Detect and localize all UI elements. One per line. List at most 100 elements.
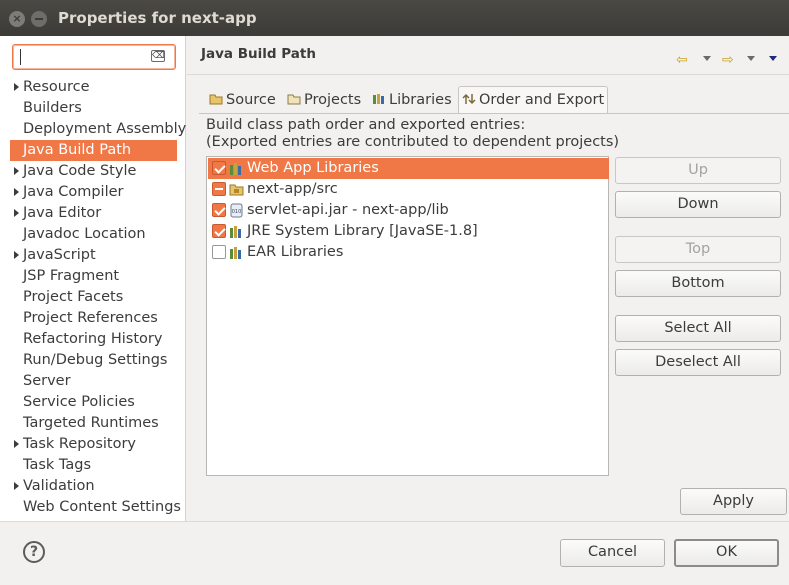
description-line-1: Build class path order and exported entr… xyxy=(206,117,526,133)
back-history-dropdown-icon[interactable] xyxy=(703,56,711,61)
sidebar-item-project-references[interactable]: Project References xyxy=(10,308,177,329)
sidebar-item-label: Resource xyxy=(23,79,90,95)
expand-arrow-icon[interactable] xyxy=(14,209,19,217)
sidebar-item-label: Service Policies xyxy=(23,394,135,410)
sidebar-item-label: Java Code Style xyxy=(23,163,137,179)
sidebar-item-label: Web Content Settings xyxy=(23,499,181,515)
expand-arrow-icon[interactable] xyxy=(14,188,19,196)
libraries-icon xyxy=(373,94,384,104)
view-menu-icon[interactable] xyxy=(769,56,777,61)
expand-arrow-icon[interactable] xyxy=(14,251,19,259)
sidebar-item-label: Validation xyxy=(23,478,95,494)
description-line-2: (Exported entries are contributed to dep… xyxy=(206,134,620,150)
sidebar-item-java-code-style[interactable]: Java Code Style xyxy=(10,161,177,182)
expand-arrow-icon[interactable] xyxy=(14,83,19,91)
sidebar-item-java-build-path[interactable]: Java Build Path xyxy=(10,140,177,161)
sidebar-item-refactoring-history[interactable]: Refactoring History xyxy=(10,329,177,350)
back-arrow-icon[interactable]: ⇦ xyxy=(676,52,688,68)
tab-order-and-export-label: Order and Export xyxy=(479,92,605,108)
svg-text:010: 010 xyxy=(232,209,242,215)
bottom-button[interactable]: Bottom xyxy=(615,270,781,297)
list-item[interactable]: 010 servlet-api.jar - next-app/lib xyxy=(208,200,609,221)
page-title: Java Build Path xyxy=(201,46,316,62)
text-caret xyxy=(20,49,21,65)
export-checkbox[interactable] xyxy=(212,161,226,175)
footer-divider xyxy=(0,521,789,522)
classpath-entries-list[interactable]: Web App Libraries next-app/src 010 servlet-… xyxy=(206,156,609,476)
tab-order-and-export[interactable]: Order and Export xyxy=(458,86,608,114)
package-folder-icon xyxy=(229,182,244,197)
export-checkbox[interactable] xyxy=(212,182,226,196)
list-item[interactable]: next-app/src xyxy=(208,179,609,200)
sidebar-item-label: Javadoc Location xyxy=(23,226,146,242)
sidebar-item-label: JavaScript xyxy=(23,247,96,263)
tab-libraries-label: Libraries xyxy=(389,92,452,108)
sidebar-item-task-repository[interactable]: Task Repository xyxy=(10,434,177,455)
sidebar-item-service-policies[interactable]: Service Policies xyxy=(10,392,177,413)
list-item[interactable]: JRE System Library [JavaSE-1.8] xyxy=(208,221,609,242)
sidebar-item-label: Java Build Path xyxy=(23,142,132,158)
expand-arrow-icon[interactable] xyxy=(14,167,19,175)
deselect-all-button[interactable]: Deselect All xyxy=(615,349,781,376)
minimize-window-button[interactable] xyxy=(31,11,47,27)
jar-icon: 010 xyxy=(229,203,244,218)
export-checkbox[interactable] xyxy=(212,224,226,238)
sidebar-item-resource[interactable]: Resource xyxy=(10,77,177,98)
sidebar-item-project-facets[interactable]: Project Facets xyxy=(10,287,177,308)
cancel-button[interactable]: Cancel xyxy=(560,539,665,567)
help-icon[interactable]: ? xyxy=(23,541,45,563)
sidebar-item-label: Project References xyxy=(23,310,158,326)
forward-arrow-icon[interactable]: ⇨ xyxy=(722,52,734,68)
sidebar-item-label: Run/Debug Settings xyxy=(23,352,168,368)
sidebar-item-validation[interactable]: Validation xyxy=(10,476,177,497)
tab-source-label: Source xyxy=(226,92,276,108)
sidebar-item-label: Deployment Assembly xyxy=(23,121,187,137)
export-checkbox[interactable] xyxy=(212,245,226,259)
top-button[interactable]: Top xyxy=(615,236,781,263)
sidebar-item-java-compiler[interactable]: Java Compiler xyxy=(10,182,177,203)
select-all-button[interactable]: Select All xyxy=(615,315,781,342)
entry-label: next-app/src xyxy=(247,181,338,197)
sidebar-item-javascript[interactable]: JavaScript xyxy=(10,245,177,266)
tab-source[interactable]: Source xyxy=(206,88,276,113)
sidebar-item-label: Targeted Runtimes xyxy=(23,415,159,431)
sidebar-item-server[interactable]: Server xyxy=(10,371,177,392)
sidebar-item-javadoc-location[interactable]: Javadoc Location xyxy=(10,224,177,245)
sidebar-item-java-editor[interactable]: Java Editor xyxy=(10,203,177,224)
library-icon xyxy=(229,224,244,239)
expand-arrow-icon[interactable] xyxy=(14,482,19,490)
sidebar-item-label: JSP Fragment xyxy=(23,268,120,284)
list-item[interactable]: EAR Libraries xyxy=(208,242,609,263)
close-window-button[interactable]: × xyxy=(9,11,25,27)
apply-button[interactable]: Apply xyxy=(680,488,787,515)
up-button[interactable]: Up xyxy=(615,157,781,184)
header-divider xyxy=(187,74,789,75)
sidebar-item-web-content-settings[interactable]: Web Content Settings xyxy=(10,497,181,518)
list-item[interactable]: Web App Libraries xyxy=(208,158,609,179)
ok-button[interactable]: OK xyxy=(674,539,779,567)
forward-history-dropdown-icon[interactable] xyxy=(747,56,755,61)
tab-libraries[interactable]: Libraries xyxy=(369,88,453,113)
export-checkbox[interactable] xyxy=(212,203,226,217)
sidebar-item-jsp-fragment[interactable]: JSP Fragment xyxy=(10,266,177,287)
order-export-icon xyxy=(462,93,476,105)
library-icon xyxy=(229,245,244,260)
down-button[interactable]: Down xyxy=(615,191,781,218)
sidebar-item-targeted-runtimes[interactable]: Targeted Runtimes xyxy=(10,413,177,434)
tab-projects[interactable]: Projects xyxy=(284,88,362,113)
sidebar-item-label: Project Facets xyxy=(23,289,124,305)
sidebar-item-label: Server xyxy=(23,373,71,389)
source-folder-icon xyxy=(209,94,223,105)
sidebar-item-run-debug-settings[interactable]: Run/Debug Settings xyxy=(10,350,177,371)
projects-icon xyxy=(287,94,301,105)
filter-input[interactable]: ⌫ xyxy=(12,44,176,70)
sidebar-item-builders[interactable]: Builders xyxy=(10,98,177,119)
sidebar-item-task-tags[interactable]: Task Tags xyxy=(10,455,177,476)
sidebar-item-label: Java Editor xyxy=(23,205,102,221)
sidebar-item-label: Java Compiler xyxy=(23,184,124,200)
sidebar-item-label: Refactoring History xyxy=(23,331,163,347)
clear-filter-icon[interactable]: ⌫ xyxy=(151,50,165,62)
sidebar-item-deployment-assembly[interactable]: Deployment Assembly xyxy=(10,119,186,140)
expand-arrow-icon[interactable] xyxy=(14,440,19,448)
entry-label: EAR Libraries xyxy=(247,244,344,260)
